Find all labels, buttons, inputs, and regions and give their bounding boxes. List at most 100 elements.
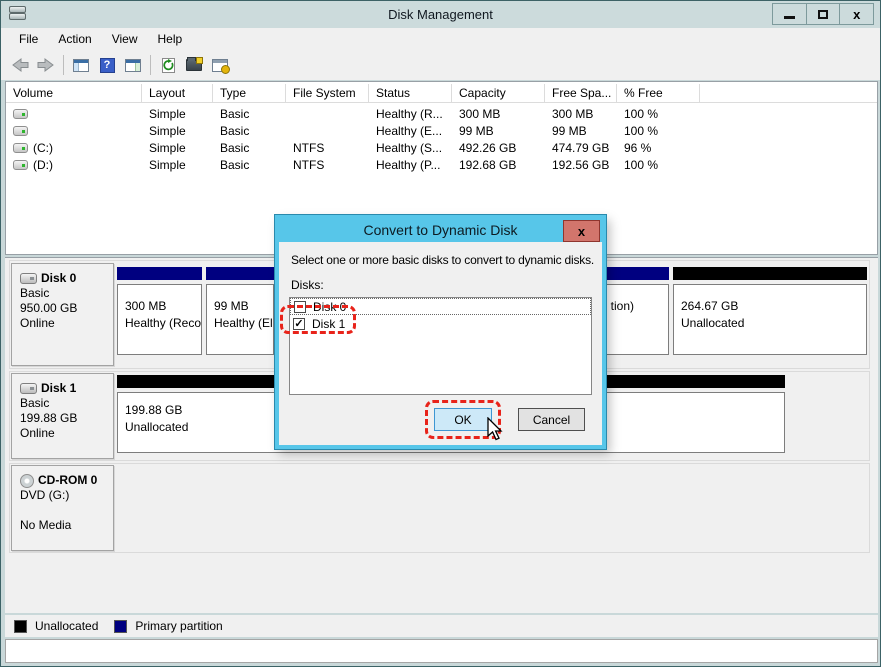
- refresh-button[interactable]: [155, 54, 181, 76]
- partition-size: 264.67 GB: [681, 299, 739, 313]
- cell-type: Basic: [220, 140, 250, 155]
- convert-dynamic-disk-dialog: Convert to Dynamic Disk x Select one or …: [274, 214, 607, 450]
- cell-free: 99 MB: [552, 123, 587, 138]
- help-button[interactable]: ?: [94, 54, 120, 76]
- console-tree-button[interactable]: [68, 54, 94, 76]
- volume-icon: [13, 142, 28, 153]
- cell-layout: Simple: [149, 106, 186, 121]
- partition-status: Unallocated: [681, 316, 745, 330]
- properties-button[interactable]: [181, 54, 207, 76]
- table-row[interactable]: Simple Basic Healthy (E... 99 MB 99 MB 1…: [6, 122, 877, 139]
- forward-button[interactable]: [33, 54, 59, 76]
- minimize-icon: [783, 16, 795, 19]
- cell-fs: NTFS: [293, 140, 325, 155]
- disk0-unallocated[interactable]: 264.67 GB Unallocated: [673, 284, 867, 355]
- minimize-button[interactable]: [773, 4, 807, 24]
- disk1-size: 199.88 GB: [20, 411, 78, 425]
- mouse-cursor: [487, 417, 503, 441]
- cell-capacity: 300 MB: [459, 106, 501, 121]
- cell-free: 192.56 GB: [552, 157, 610, 172]
- column-status[interactable]: Status: [369, 84, 452, 102]
- dialog-title: Convert to Dynamic Disk: [279, 219, 602, 242]
- manage-button[interactable]: [207, 54, 233, 76]
- close-button[interactable]: x: [840, 4, 873, 24]
- annotation-disk1-highlight: [280, 305, 356, 334]
- properties-icon: [186, 57, 203, 71]
- column-free-space[interactable]: Free Spa...: [545, 84, 617, 102]
- column-file-system[interactable]: File System: [286, 84, 369, 102]
- legend-bar: Unallocated Primary partition: [5, 615, 878, 637]
- volume-name: (C:): [33, 140, 53, 155]
- cell-pct: 100 %: [624, 123, 659, 138]
- column-volume[interactable]: Volume: [6, 84, 142, 102]
- cell-status: Healthy (P...: [376, 157, 441, 172]
- maximize-button[interactable]: [807, 4, 841, 24]
- cell-status: Healthy (S...: [376, 140, 443, 155]
- console-tree-icon: [73, 58, 89, 72]
- disk0-partition1[interactable]: 300 MB Healthy (Reco: [117, 284, 202, 355]
- window-title: Disk Management: [388, 7, 493, 22]
- cell-fs: NTFS: [293, 157, 325, 172]
- disk1-label[interactable]: Disk 1 Basic 199.88 GB Online: [11, 373, 114, 459]
- legend-unallocated: Unallocated: [35, 619, 99, 633]
- table-row[interactable]: (D:) Simple Basic NTFS Healthy (P... 192…: [6, 156, 877, 173]
- action-pane-icon: [125, 58, 141, 72]
- menu-action[interactable]: Action: [48, 30, 101, 48]
- unallocated-swatch: [14, 619, 27, 633]
- cell-capacity: 492.26 GB: [459, 140, 517, 155]
- menu-file[interactable]: File: [9, 30, 48, 48]
- back-button[interactable]: [7, 54, 33, 76]
- menu-view[interactable]: View: [102, 30, 148, 48]
- menu-bar: File Action View Help: [1, 28, 880, 50]
- partition-status: Healthy (Reco: [125, 316, 202, 330]
- cdrom-name: CD-ROM 0: [38, 473, 98, 487]
- partition-size: 99 MB: [214, 299, 249, 313]
- table-row[interactable]: (C:) Simple Basic NTFS Healthy (S... 492…: [6, 139, 877, 156]
- cdrom-label[interactable]: CD-ROM 0 DVD (G:) No Media: [11, 465, 114, 551]
- cancel-button[interactable]: Cancel: [518, 408, 585, 431]
- disk0-partition2[interactable]: 99 MB Healthy (El: [206, 284, 274, 355]
- disk0-unallocated-bar: [673, 267, 867, 280]
- column-capacity[interactable]: Capacity: [452, 84, 545, 102]
- action-pane-button[interactable]: [120, 54, 146, 76]
- volume-icon: [13, 159, 28, 170]
- cell-type: Basic: [220, 106, 250, 121]
- maximize-icon: [818, 9, 828, 19]
- cell-capacity: 99 MB: [459, 123, 494, 138]
- menu-help[interactable]: Help: [148, 30, 193, 48]
- legend-primary: Primary partition: [135, 619, 223, 633]
- toolbar-separator: [150, 55, 151, 75]
- manage-icon: [212, 58, 230, 74]
- back-icon: [12, 58, 29, 72]
- cell-layout: Simple: [149, 157, 186, 172]
- toolbar: ?: [1, 50, 880, 80]
- primary-partition-swatch: [114, 619, 128, 633]
- disk0-name: Disk 0: [41, 271, 77, 285]
- cell-free: 474.79 GB: [552, 140, 610, 155]
- dialog-close-button[interactable]: x: [563, 220, 600, 242]
- column-layout[interactable]: Layout: [142, 84, 213, 102]
- cell-free: 300 MB: [552, 106, 594, 121]
- cell-layout: Simple: [149, 140, 186, 155]
- title-bar: Disk Management x: [1, 1, 880, 28]
- cdrom-row: [9, 463, 870, 553]
- column-type[interactable]: Type: [213, 84, 286, 102]
- cell-type: Basic: [220, 123, 250, 138]
- disk0-partition1-bar: [117, 267, 202, 280]
- column-pct-free[interactable]: % Free: [617, 84, 700, 102]
- cell-pct: 100 %: [624, 157, 659, 172]
- cell-pct: 96 %: [624, 140, 652, 155]
- cell-pct: 100 %: [624, 106, 659, 121]
- dialog-instruction: Select one or more basic disks to conver…: [291, 253, 595, 267]
- partition-size: 300 MB: [125, 299, 167, 313]
- volume-table-header: Volume Layout Type File System Status Ca…: [6, 84, 877, 103]
- cell-status: Healthy (E...: [376, 123, 443, 138]
- table-row[interactable]: Simple Basic Healthy (R... 300 MB 300 MB…: [6, 105, 877, 122]
- disk0-state: Online: [20, 316, 55, 330]
- volume-name: (D:): [33, 157, 53, 172]
- disk0-label[interactable]: Disk 0 Basic 950.00 GB Online: [11, 263, 114, 366]
- disk-icon: [20, 273, 37, 284]
- disks-label: Disks:: [291, 278, 324, 292]
- volume-icon: [13, 108, 28, 119]
- disk1-name: Disk 1: [41, 381, 77, 395]
